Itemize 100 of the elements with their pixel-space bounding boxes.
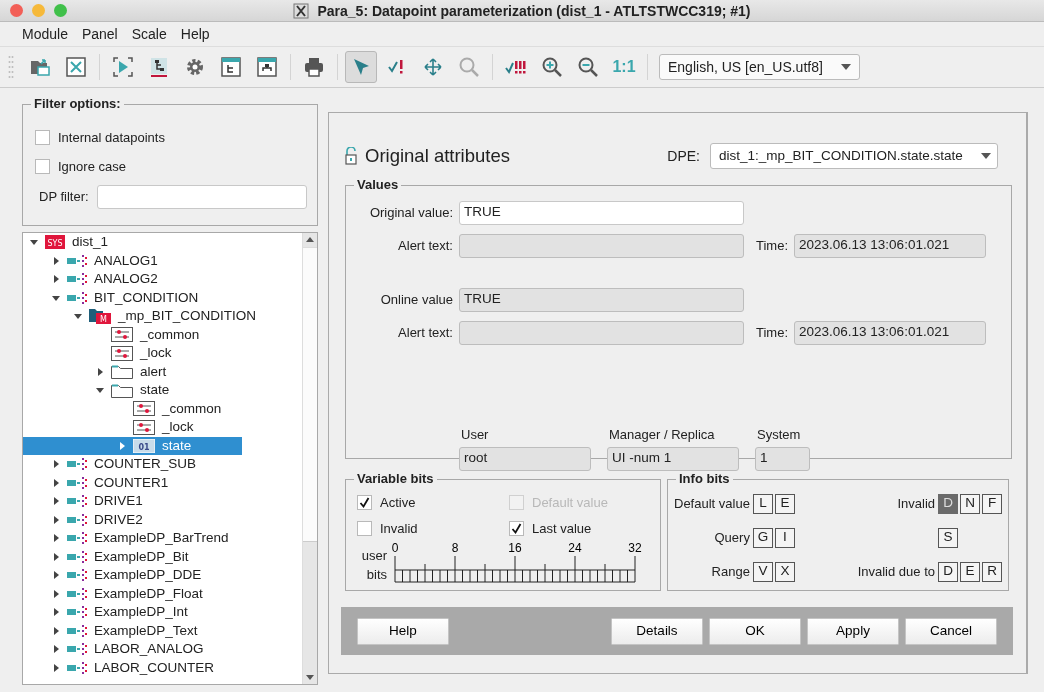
language-dropdown[interactable]: English, US [en_US.utf8] xyxy=(659,54,860,80)
checkbox[interactable] xyxy=(509,520,524,536)
menu-item[interactable]: Panel xyxy=(81,23,118,45)
toolbar-grip[interactable] xyxy=(8,54,14,80)
tree-item[interactable]: ExampleDP_DDE xyxy=(23,566,302,585)
info-bit: G xyxy=(752,527,773,548)
menu-item[interactable]: Module xyxy=(22,23,68,45)
field-label: Range xyxy=(711,562,750,581)
tree-item[interactable]: M _mp_BIT_CONDITION xyxy=(23,307,302,326)
datapoint-icon xyxy=(67,273,87,286)
dialog-button[interactable]: Cancel xyxy=(905,617,997,645)
tree-item[interactable]: ExampleDP_Float xyxy=(23,584,302,603)
expand-arrow-icon[interactable] xyxy=(96,367,104,376)
tree-item[interactable]: ExampleDP_Text xyxy=(23,621,302,640)
collapse-arrow-icon[interactable] xyxy=(96,386,104,395)
checkbox[interactable] xyxy=(357,520,372,536)
tree-item[interactable]: ExampleDP_Int xyxy=(23,603,302,622)
tree-item[interactable]: DRIVE2 xyxy=(23,510,302,529)
tree-item[interactable]: _lock xyxy=(23,418,302,437)
dialog-button[interactable]: Help xyxy=(357,617,449,645)
field-label: user bits xyxy=(360,547,387,584)
tree-item[interactable]: _common xyxy=(23,399,302,418)
menu-item[interactable]: Scale xyxy=(131,23,167,45)
tree-item[interactable]: _common xyxy=(23,325,302,344)
input-field[interactable]: TRUE xyxy=(459,287,744,312)
window-control-icon[interactable] xyxy=(10,4,23,17)
config-icon xyxy=(111,327,133,343)
tree-item[interactable]: state xyxy=(23,381,302,400)
checkbox[interactable] xyxy=(35,130,50,145)
tick-label: 24 xyxy=(568,542,582,555)
close-icon xyxy=(65,56,87,78)
tree-icon xyxy=(148,56,170,78)
panel-tree-icon xyxy=(220,56,242,78)
datapoint-icon xyxy=(67,643,87,656)
tree-item[interactable]: alert xyxy=(23,362,302,381)
datapoint-icon xyxy=(67,661,87,674)
datapoint-icon xyxy=(67,495,87,508)
expand-arrow-icon[interactable] xyxy=(52,256,60,265)
tree-item[interactable]: ExampleDP_Bit xyxy=(23,547,302,566)
menu-item[interactable]: Help xyxy=(180,23,210,45)
tree-item[interactable]: LABOR_ANALOG xyxy=(23,640,302,659)
dialog-button[interactable]: OK xyxy=(709,617,801,645)
config-icon xyxy=(111,345,133,361)
collapse-arrow-icon[interactable] xyxy=(52,293,60,302)
datapoint-icon xyxy=(67,587,87,600)
zoom-in-icon xyxy=(541,56,563,78)
scrollbar-thumb[interactable] xyxy=(303,247,317,542)
checkbox[interactable] xyxy=(357,495,372,511)
move-icon xyxy=(422,56,444,78)
info-bit: I xyxy=(774,527,795,548)
field-label: Manager / Replica xyxy=(608,426,716,444)
tick-label: 16 xyxy=(508,542,522,555)
tree-item[interactable]: 01 state xyxy=(23,436,242,455)
play-icon xyxy=(112,56,134,78)
tree-item[interactable]: ANALOG1 xyxy=(23,251,302,270)
input-field[interactable] xyxy=(96,185,307,209)
checkbox-label: Ignore case xyxy=(58,157,126,176)
print-icon xyxy=(303,56,325,78)
info-bit: V xyxy=(752,561,773,582)
dpe-dropdown[interactable]: dist_1:_mp_BIT_CONDITION.state.state xyxy=(710,143,998,169)
input-field: root xyxy=(459,446,591,471)
lock-icon xyxy=(345,147,357,165)
dialog-button[interactable]: Details xyxy=(611,617,703,645)
tree-item[interactable]: LABOR_COUNTER xyxy=(23,658,302,677)
input-field[interactable]: TRUE xyxy=(459,200,744,225)
tree-item[interactable]: SYS dist_1 xyxy=(23,233,302,252)
tree-item[interactable]: BIT_CONDITION xyxy=(23,288,302,307)
field-label: Time: xyxy=(756,236,789,255)
dialog-button[interactable]: Apply xyxy=(807,617,899,645)
field-label: Online value xyxy=(379,290,453,309)
collapse-arrow-icon[interactable] xyxy=(30,238,38,247)
info-bit: R xyxy=(982,561,1002,582)
tree-item[interactable]: COUNTER1 xyxy=(23,473,302,492)
checkbox[interactable] xyxy=(35,159,50,174)
input-field: 1 xyxy=(755,446,810,471)
binary-element-icon: 01 xyxy=(133,438,155,453)
scrollbar[interactable] xyxy=(302,233,317,684)
info-bit: D xyxy=(938,493,958,514)
tree-item[interactable]: COUNTER_SUB xyxy=(23,455,302,474)
info-bit: F xyxy=(982,493,1002,514)
config-icon xyxy=(133,419,155,435)
datapoint-icon xyxy=(67,532,87,545)
info-bit: N xyxy=(960,493,980,514)
dropdown-arrow-icon xyxy=(980,153,991,159)
group-title: Filter options: xyxy=(31,96,124,112)
tree-item[interactable]: DRIVE1 xyxy=(23,492,302,511)
expand-arrow-icon[interactable] xyxy=(52,275,60,284)
datapoint-icon xyxy=(67,550,87,563)
input-field: UI -num 1 xyxy=(607,446,739,471)
tree-item[interactable]: ExampleDP_BarTrend xyxy=(23,529,302,548)
field-label: System xyxy=(756,426,802,444)
x-app-icon xyxy=(293,2,310,19)
tree-item[interactable]: _lock xyxy=(23,344,302,363)
input-field[interactable] xyxy=(459,320,744,345)
folder-icon xyxy=(111,382,133,398)
datapoint-icon xyxy=(67,569,87,582)
tree-item[interactable]: ANALOG2 xyxy=(23,270,302,289)
collapse-arrow-icon[interactable] xyxy=(74,312,82,321)
input-field[interactable] xyxy=(459,233,744,258)
search-icon xyxy=(458,56,480,78)
